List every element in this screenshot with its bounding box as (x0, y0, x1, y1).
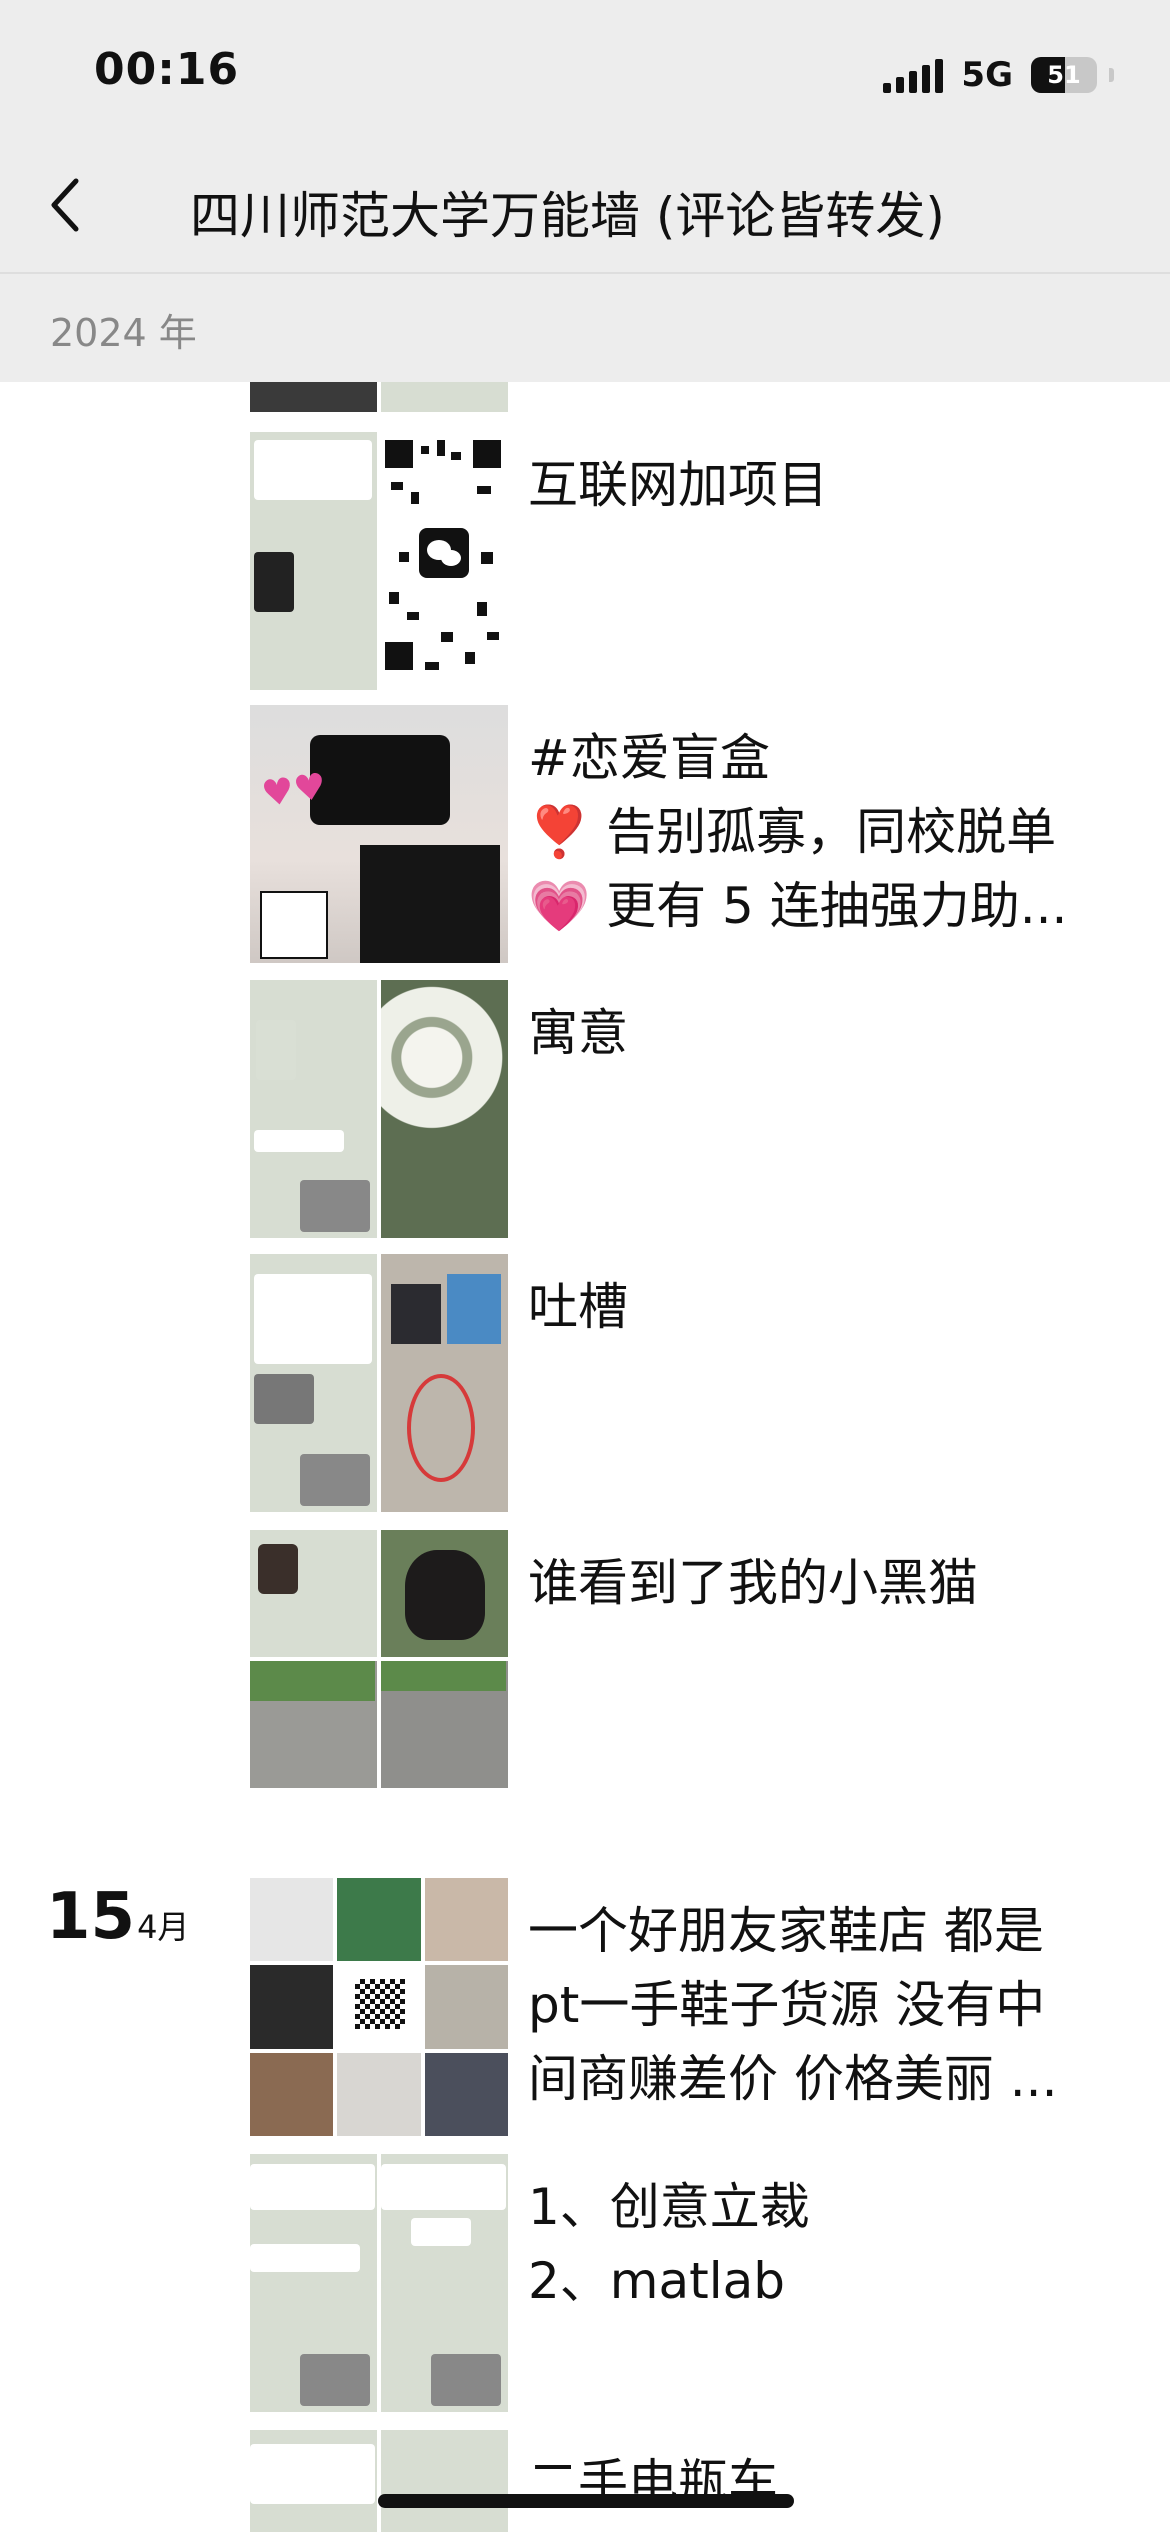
battery-percent: 51 (1047, 61, 1081, 89)
chevron-left-icon (51, 178, 79, 232)
battery-icon: 51 (1031, 57, 1097, 93)
home-indicator[interactable] (378, 2494, 794, 2508)
status-icons: 5G 51 (883, 50, 1114, 100)
page-title: 四川师范大学万能墙 (评论皆转发) (190, 187, 945, 245)
shoe-photo (337, 1878, 421, 1962)
post-images (250, 432, 508, 690)
chat-screenshot-image (250, 1530, 377, 1657)
post-images (250, 1254, 508, 1512)
cat-toy-photo (381, 1530, 508, 1657)
post-images (250, 2430, 508, 2532)
post-text: 互联网加项目 (528, 456, 828, 514)
shoe-photo (337, 2052, 421, 2136)
shoe-photo (424, 1878, 508, 1962)
signal-icon (883, 57, 944, 93)
post-images: ♥♥ (250, 705, 508, 963)
photo-image: ♥♥ (250, 705, 508, 963)
back-button[interactable] (40, 174, 90, 236)
month-label: 4月 (137, 1908, 190, 1946)
top-bar: 00:16 5G 51 四川师范大学万能墙 (评论皆转发) (0, 0, 1170, 274)
post-images (250, 1530, 508, 1788)
chat-screenshot-image (250, 432, 377, 690)
chat-screenshot-image (381, 2430, 508, 2532)
post-text: 谁看到了我的小黑猫 (528, 1554, 978, 1612)
day-number: 15 (46, 1880, 136, 1954)
post-text: 二手电瓶车 (528, 2454, 778, 2512)
package-photo (381, 1254, 508, 1512)
chat-screenshot-image (250, 2154, 377, 2412)
shoe-photo (250, 2052, 334, 2136)
year-label: 2024 年 (50, 311, 197, 355)
chat-screenshot-image (250, 1254, 377, 1512)
shoe-photo (250, 1878, 334, 1962)
date-label: 154月 (46, 1880, 189, 1954)
post-text: 一个好朋友家鞋店 都是 pt一手鞋子货源 没有中 间商赚差价 价格美丽 ... (528, 1902, 1058, 2108)
post-images (250, 2154, 508, 2412)
post-text: #恋爱盲盒 ❣️ 告别孤寡，同校脱单 💗 更有 5 连抽强力助... (528, 729, 1068, 935)
network-type: 5G (961, 55, 1013, 95)
post-images (250, 980, 508, 1238)
shoe-photo (424, 1965, 508, 2049)
shoe-photo (424, 2052, 508, 2136)
post-images (250, 1878, 508, 2136)
status-time: 00:16 (94, 44, 240, 95)
street-photo (381, 1661, 508, 1788)
street-photo (250, 1661, 377, 1788)
post-text: 寓意 (528, 1004, 628, 1062)
flower-photo (381, 980, 508, 1238)
battery-nub (1109, 68, 1114, 82)
post-text: 1、创意立裁 2、matlab (528, 2178, 810, 2310)
chat-screenshot-image (381, 2154, 508, 2412)
chat-screenshot-image (250, 980, 377, 1238)
post-images (250, 382, 508, 412)
shoe-photo (250, 1965, 334, 2049)
chat-screenshot-image (250, 2430, 377, 2532)
qr-code-image (381, 432, 508, 690)
qr-code-image (337, 1965, 421, 2049)
post-text: 吐槽 (528, 1278, 628, 1336)
